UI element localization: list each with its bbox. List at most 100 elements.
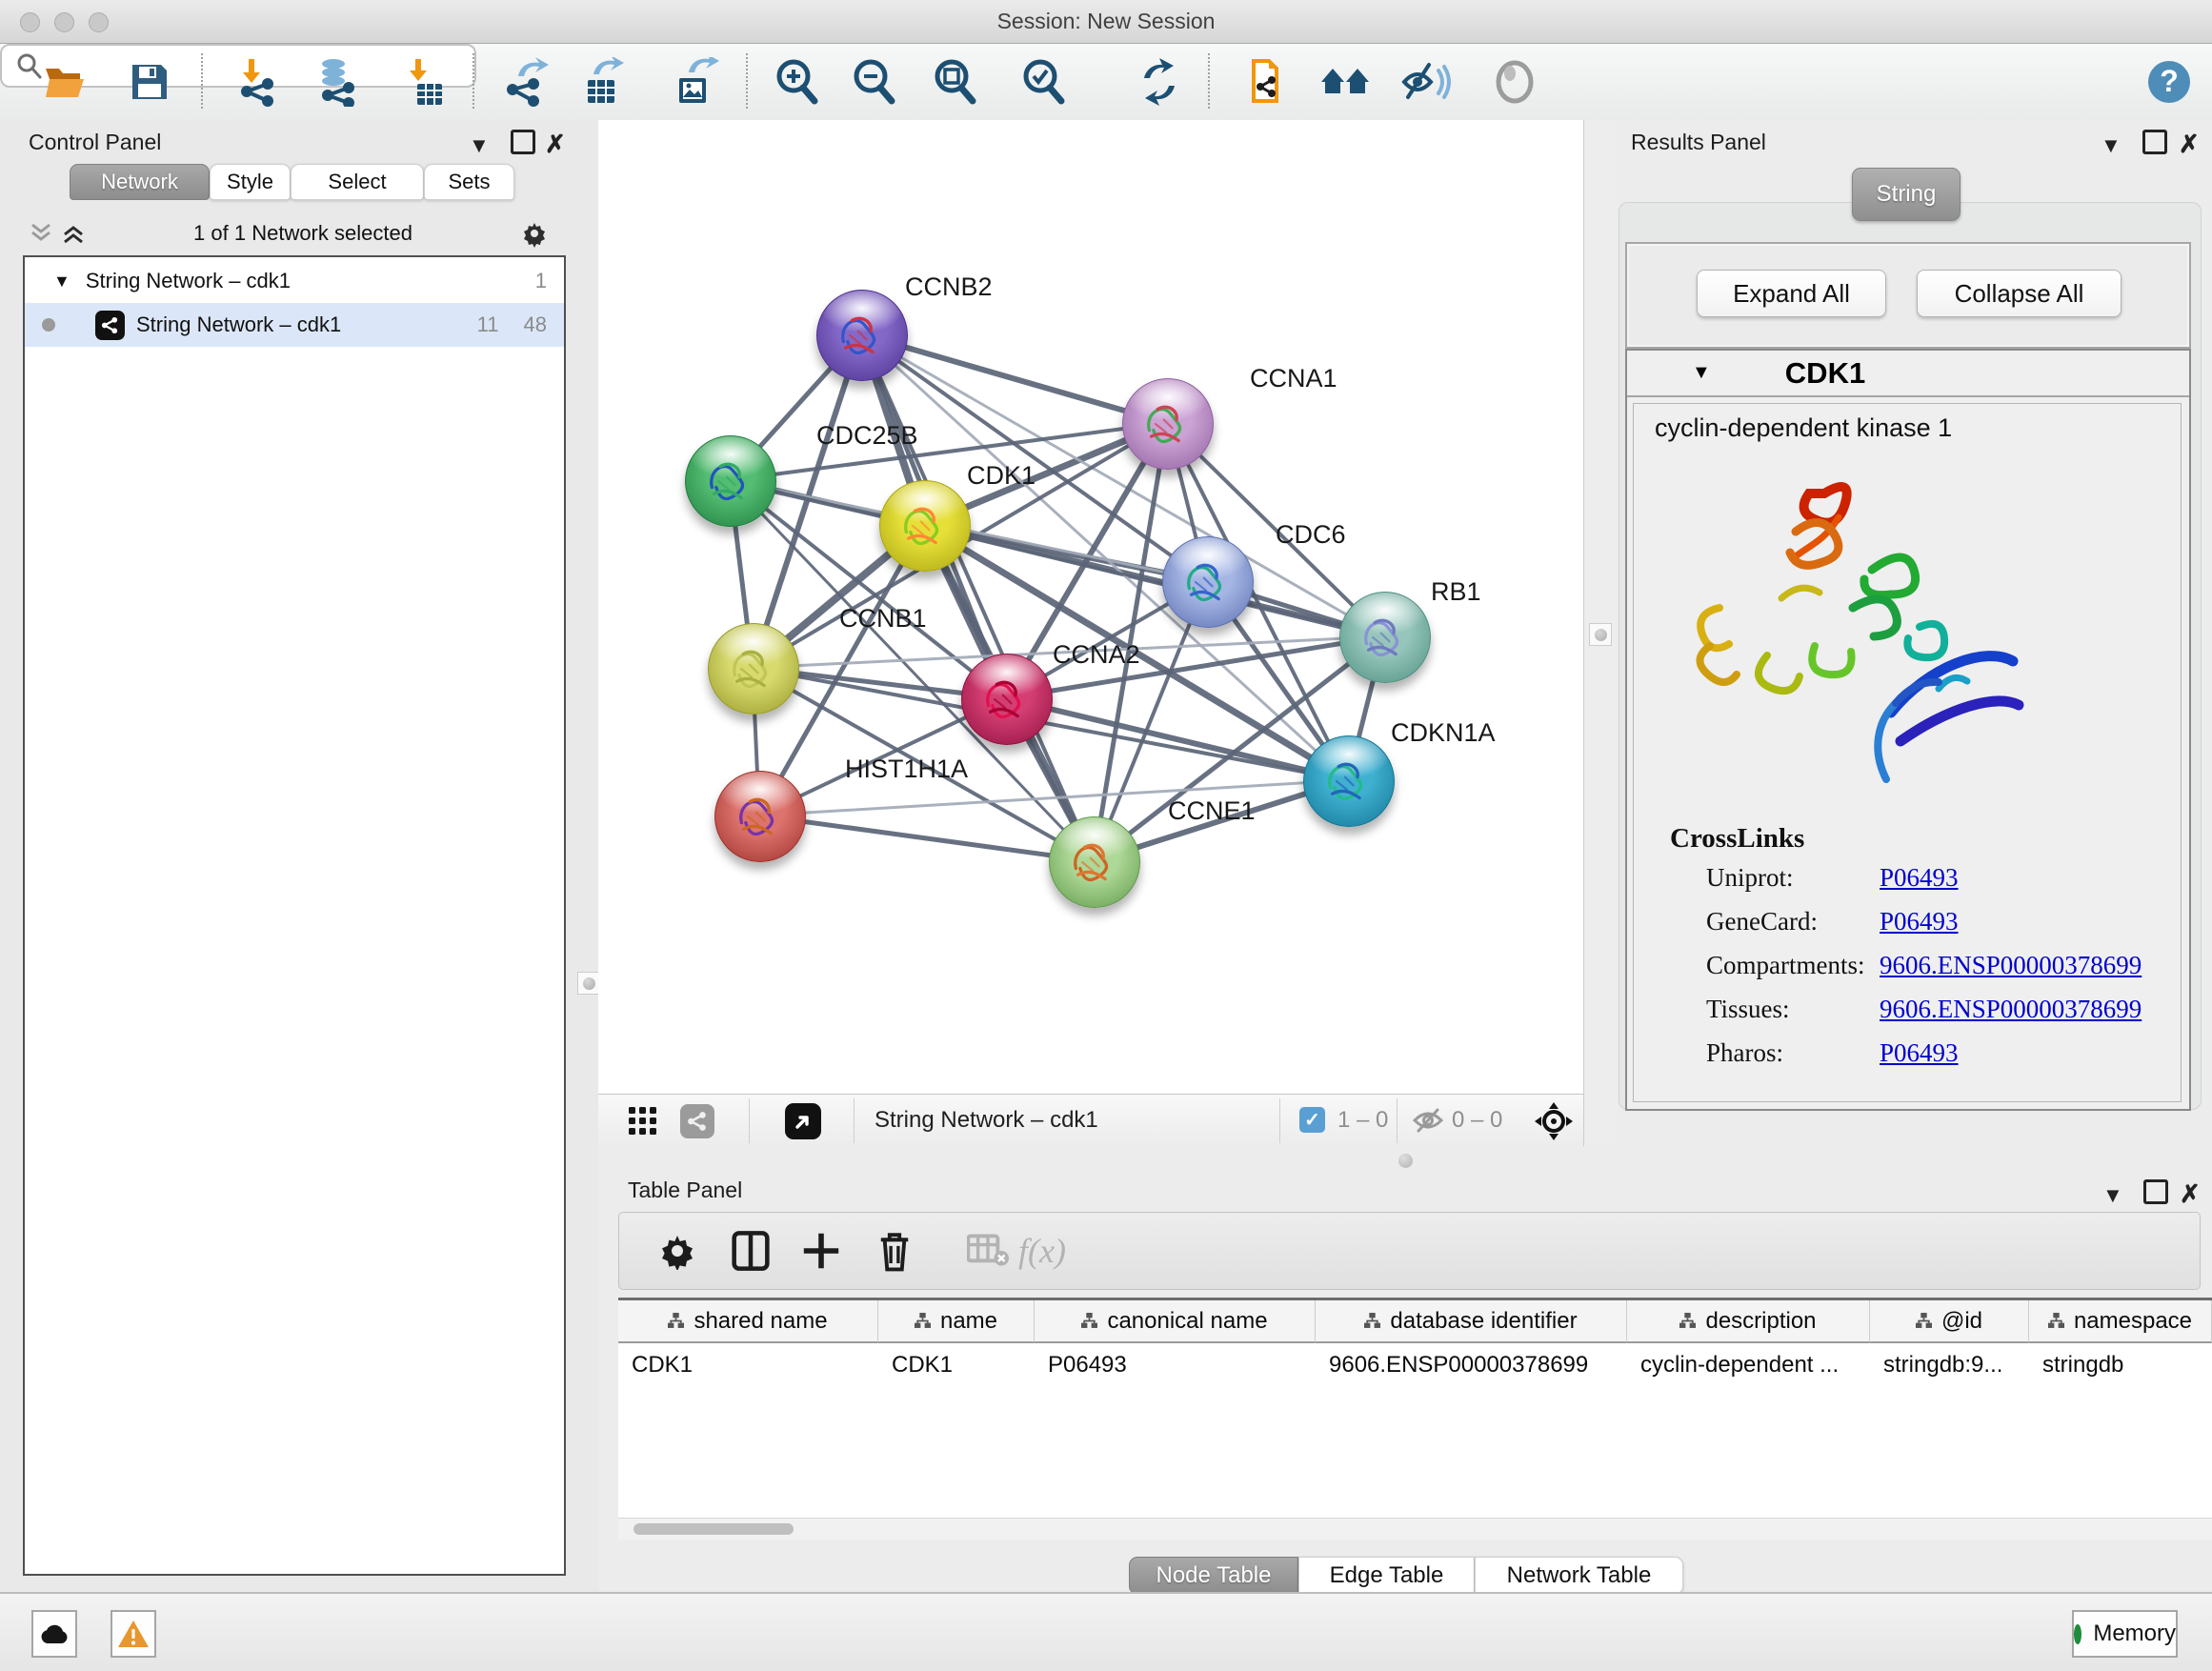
export-network-icon[interactable] bbox=[499, 55, 553, 109]
cloud-status-button[interactable] bbox=[31, 1610, 77, 1658]
node-CDC25B[interactable] bbox=[685, 435, 776, 527]
column-header-shared-name[interactable]: shared name bbox=[618, 1300, 878, 1343]
cell-canonical-name[interactable]: P06493 bbox=[1035, 1343, 1316, 1386]
zoom-in-icon[interactable] bbox=[771, 55, 824, 109]
zoom-fit-icon[interactable] bbox=[929, 55, 982, 109]
expand-all-networks-icon[interactable] bbox=[61, 221, 86, 246]
zoom-out-icon[interactable] bbox=[848, 55, 901, 109]
close-panel-icon[interactable]: ✗ bbox=[2180, 1181, 2201, 1206]
hscrollbar-thumb[interactable] bbox=[633, 1523, 794, 1535]
column-header-namespace[interactable]: namespace bbox=[2029, 1300, 2212, 1343]
column-header-description[interactable]: description bbox=[1627, 1300, 1870, 1343]
crosslink-link[interactable]: P06493 bbox=[1880, 907, 1959, 936]
crosslink-link[interactable]: P06493 bbox=[1880, 1038, 1959, 1068]
cell-database-identifier[interactable]: 9606.ENSP00000378699 bbox=[1316, 1343, 1627, 1386]
import-table-icon[interactable] bbox=[398, 55, 452, 109]
node-CDK1[interactable] bbox=[879, 480, 971, 572]
warning-status-button[interactable] bbox=[111, 1610, 156, 1658]
selected-checkbox-icon[interactable]: ✓ bbox=[1299, 1107, 1325, 1133]
float-panel-icon[interactable]: ▼ bbox=[469, 135, 490, 156]
network-share-view-icon[interactable] bbox=[680, 1104, 714, 1138]
node-CDKN1A[interactable] bbox=[1303, 735, 1395, 827]
maximize-panel-icon[interactable] bbox=[511, 130, 535, 154]
collapse-all-networks-icon[interactable] bbox=[29, 221, 53, 246]
cell-name[interactable]: CDK1 bbox=[878, 1343, 1035, 1386]
protein-card-header[interactable]: ▼ CDK1 bbox=[1627, 351, 2189, 397]
cell-description[interactable]: cyclin-dependent ... bbox=[1627, 1343, 1870, 1386]
fit-content-crosshair-icon[interactable] bbox=[1534, 1101, 1574, 1146]
network-view[interactable]: CCNB2 CCNA1 CDC25B CDK1 CDC6 bbox=[598, 120, 1583, 1094]
close-panel-icon[interactable]: ✗ bbox=[2179, 131, 2200, 156]
zoom-selected-icon[interactable] bbox=[1017, 55, 1071, 109]
export-image-icon[interactable] bbox=[668, 55, 721, 109]
column-header-database-identifier[interactable]: database identifier bbox=[1316, 1300, 1627, 1343]
node-HIST1H1A[interactable] bbox=[714, 771, 806, 862]
close-panel-icon[interactable]: ✗ bbox=[545, 131, 566, 156]
collection-expand-icon[interactable]: ▼ bbox=[53, 272, 70, 292]
export-table-icon[interactable] bbox=[576, 55, 630, 109]
collapse-card-icon[interactable]: ▼ bbox=[1692, 362, 1711, 384]
document-share-icon[interactable] bbox=[1238, 55, 1292, 109]
tab-network[interactable]: Network bbox=[70, 164, 210, 200]
add-column-icon[interactable] bbox=[796, 1226, 846, 1276]
refresh-icon[interactable] bbox=[1133, 55, 1186, 109]
node-CCNA2[interactable] bbox=[961, 654, 1053, 745]
hidden-eye-slash-icon[interactable] bbox=[1412, 1106, 1444, 1139]
tab-string[interactable]: String bbox=[1852, 168, 1961, 221]
node-CCNA1[interactable] bbox=[1122, 378, 1214, 470]
network-collection-row[interactable]: ▼ String Network – cdk1 1 bbox=[25, 259, 564, 303]
help-icon[interactable]: ? bbox=[2142, 55, 2196, 109]
table-settings-gear-icon[interactable] bbox=[653, 1226, 702, 1276]
float-panel-icon[interactable]: ▼ bbox=[2101, 135, 2122, 156]
bar-separator bbox=[1397, 1098, 1398, 1143]
open-session-icon[interactable] bbox=[38, 55, 91, 109]
import-network-icon[interactable] bbox=[231, 55, 285, 109]
column-header--id[interactable]: @id bbox=[1870, 1300, 2029, 1343]
crosslink-link[interactable]: P06493 bbox=[1880, 863, 1959, 893]
horizontal-splitter[interactable] bbox=[598, 1146, 2212, 1174]
network-options-gear-icon[interactable] bbox=[520, 219, 549, 248]
tab-edge-table[interactable]: Edge Table bbox=[1298, 1557, 1475, 1595]
show-columns-icon[interactable] bbox=[726, 1226, 775, 1276]
maximize-panel-icon[interactable] bbox=[2143, 1179, 2168, 1204]
right-splitter-grip[interactable] bbox=[1589, 623, 1612, 646]
node-RB1[interactable] bbox=[1339, 592, 1431, 683]
hide-graphics-details-icon[interactable] bbox=[1400, 55, 1454, 109]
column-header-label: namespace bbox=[2074, 1308, 2192, 1335]
import-database-icon[interactable] bbox=[311, 55, 364, 109]
tab-node-table[interactable]: Node Table bbox=[1129, 1557, 1298, 1595]
horizontal-splitter-grip[interactable] bbox=[1398, 1154, 1413, 1168]
column-header-canonical-name[interactable]: canonical name bbox=[1035, 1300, 1316, 1343]
node-CCNB1[interactable] bbox=[708, 623, 799, 715]
cell--id[interactable]: stringdb:9... bbox=[1870, 1343, 2029, 1386]
node-CDC6[interactable] bbox=[1162, 536, 1254, 628]
vertical-splitter[interactable] bbox=[1583, 120, 1619, 1146]
network-row-selected[interactable]: String Network – cdk1 11 48 bbox=[25, 303, 564, 347]
tab-style[interactable]: Style bbox=[210, 164, 291, 200]
tab-sets[interactable]: Sets bbox=[424, 164, 514, 200]
tab-select[interactable]: Select bbox=[291, 164, 424, 200]
cell-shared-name[interactable]: CDK1 bbox=[618, 1343, 878, 1386]
show-grid-icon[interactable] bbox=[629, 1107, 657, 1140]
tab-network-table[interactable]: Network Table bbox=[1475, 1557, 1683, 1595]
memory-button[interactable]: Memory bbox=[2072, 1610, 2178, 1658]
node-CCNB2[interactable] bbox=[816, 290, 908, 381]
edge-HIST1H1A-CCNE1[interactable] bbox=[759, 815, 1094, 861]
home-networks-icon[interactable] bbox=[1319, 55, 1373, 109]
column-header-name[interactable]: name bbox=[878, 1300, 1035, 1343]
table-hscrollbar[interactable] bbox=[618, 1518, 2212, 1540]
edge-CCNB2-CCNA1[interactable] bbox=[861, 334, 1167, 423]
save-session-icon[interactable] bbox=[123, 55, 176, 109]
left-splitter-grip[interactable] bbox=[577, 972, 600, 995]
expand-all-button[interactable]: Expand All bbox=[1697, 270, 1886, 317]
show-graphics-details-icon[interactable] bbox=[1488, 55, 1541, 109]
birds-eye-view-icon[interactable] bbox=[785, 1103, 821, 1139]
crosslink-link[interactable]: 9606.ENSP00000378699 bbox=[1880, 951, 2142, 980]
collapse-all-button[interactable]: Collapse All bbox=[1917, 270, 2122, 317]
float-panel-icon[interactable]: ▼ bbox=[2102, 1185, 2123, 1206]
maximize-panel-icon[interactable] bbox=[2142, 130, 2167, 154]
crosslink-link[interactable]: 9606.ENSP00000378699 bbox=[1880, 995, 2142, 1024]
delete-column-icon[interactable] bbox=[870, 1226, 919, 1276]
node-CCNE1[interactable] bbox=[1049, 816, 1140, 908]
cell-namespace[interactable]: stringdb bbox=[2029, 1343, 2212, 1386]
